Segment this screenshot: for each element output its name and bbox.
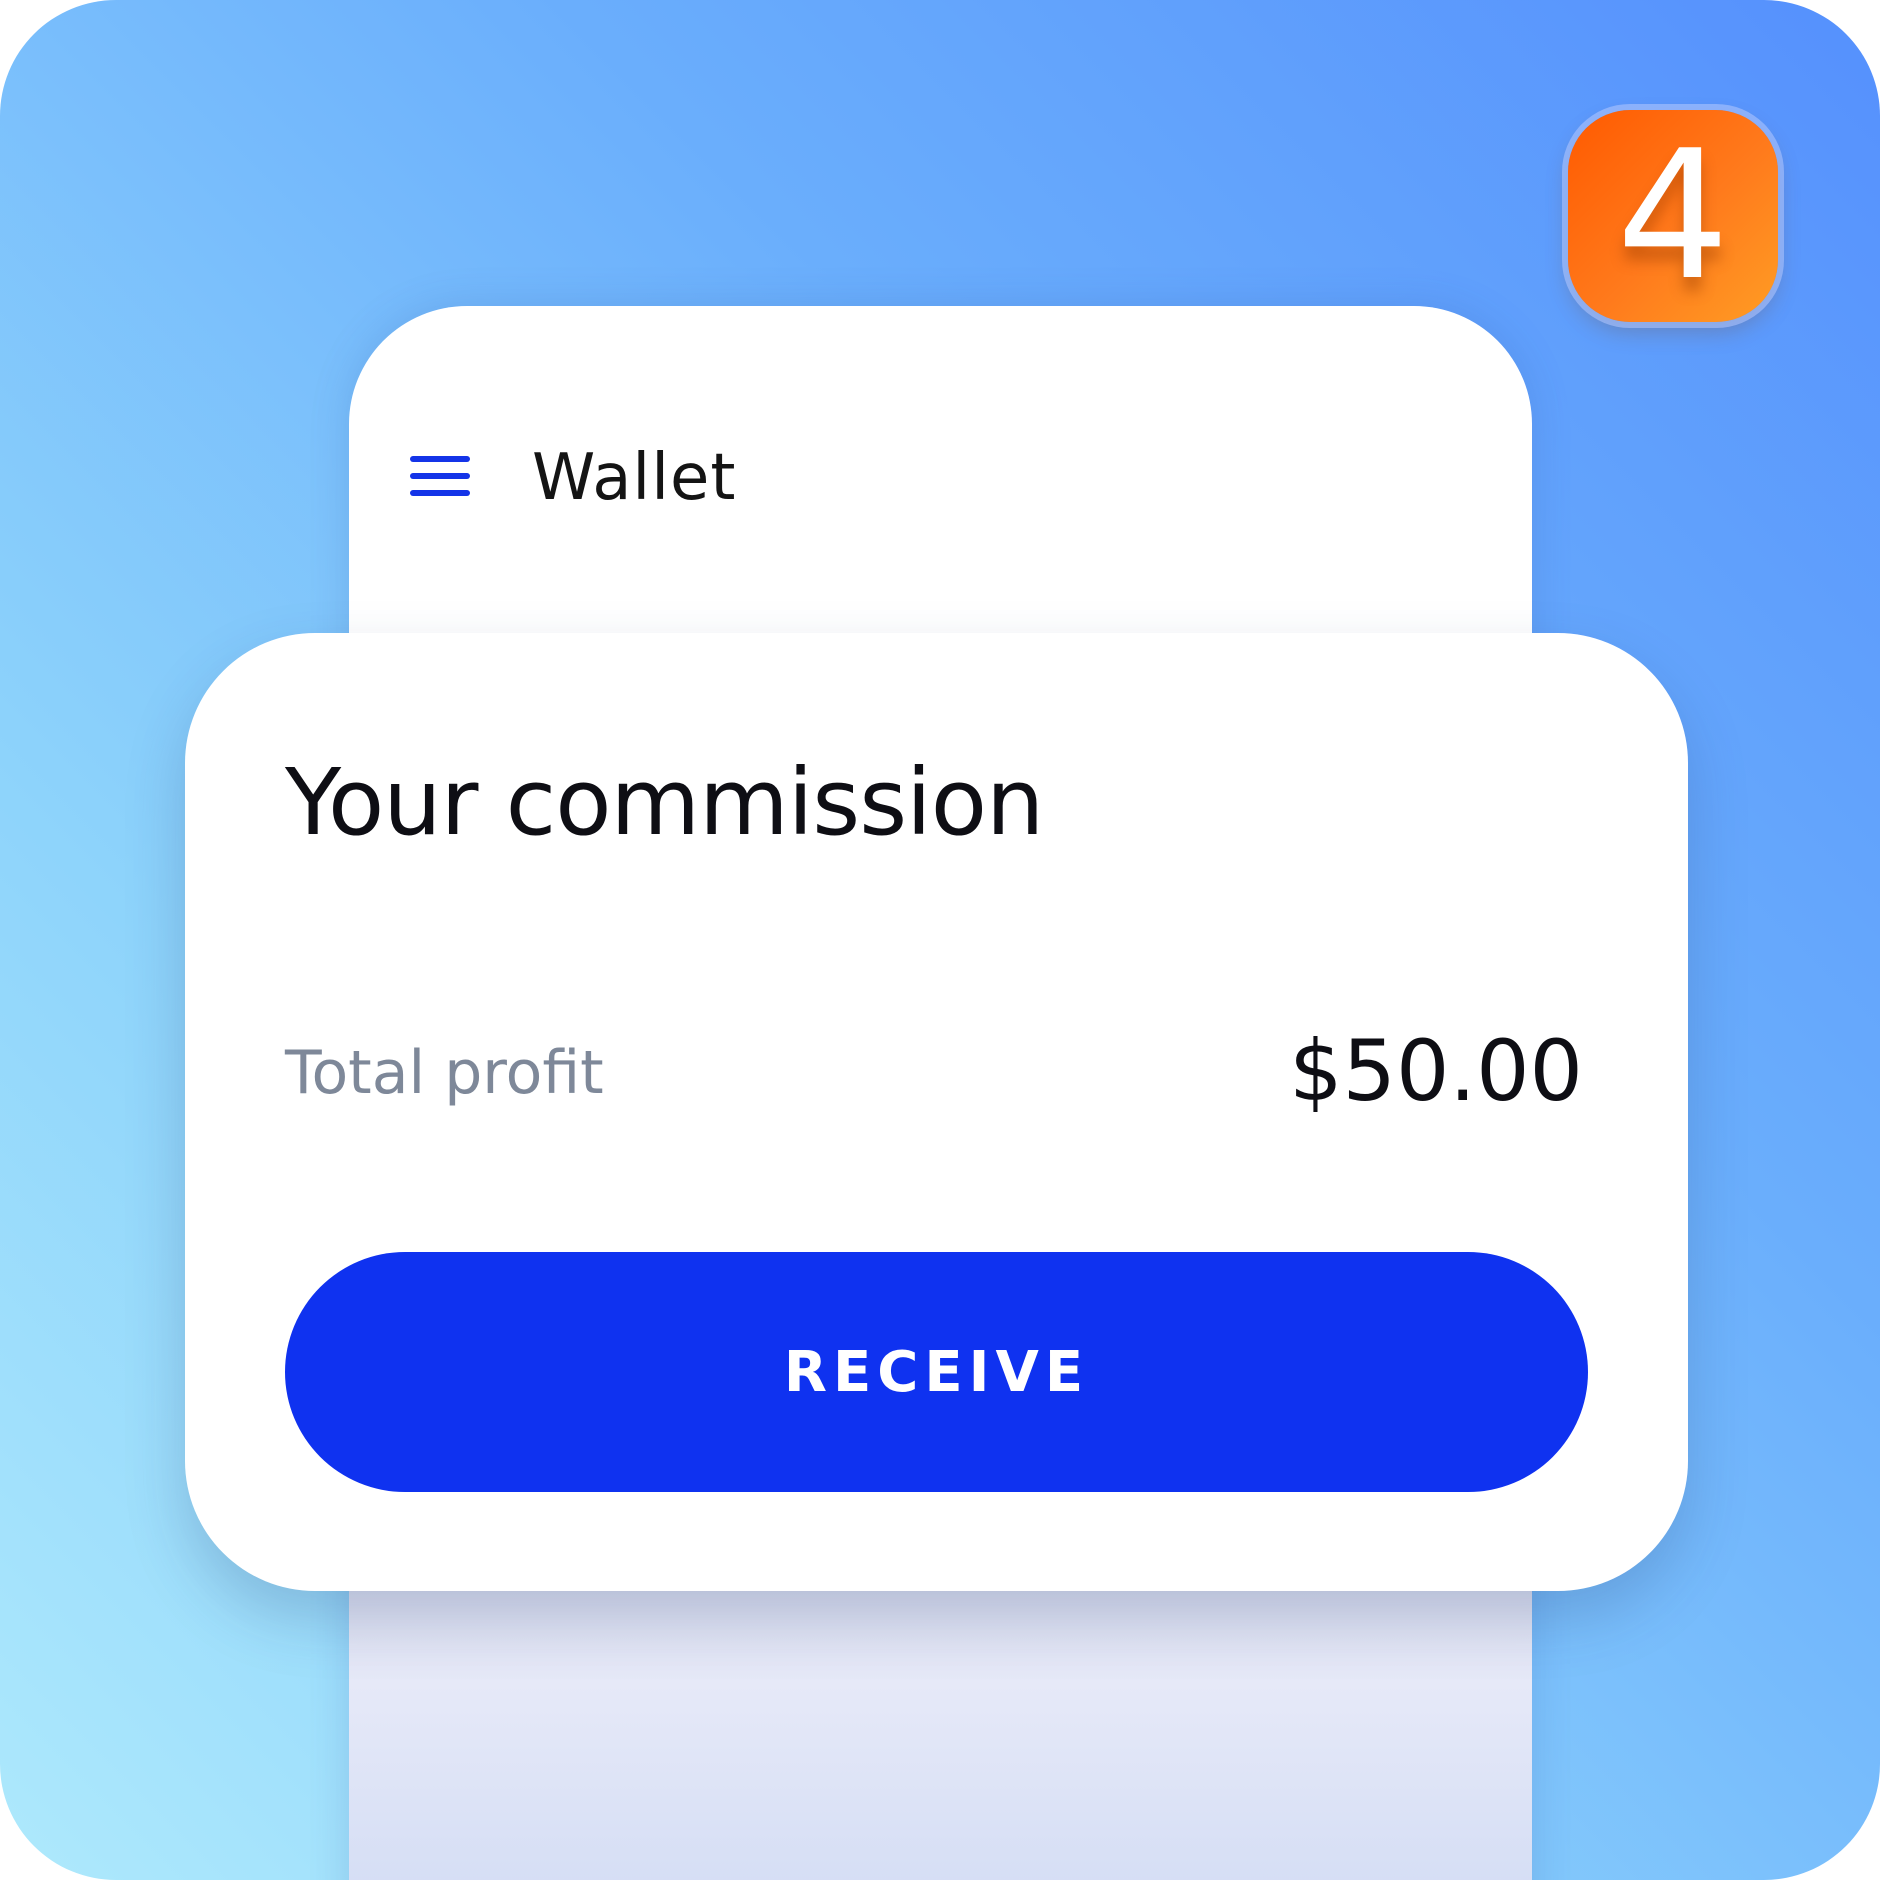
commission-card: Your commission Total profit $50.00 RECE… bbox=[185, 633, 1688, 1591]
step-number-badge: 4 bbox=[1568, 110, 1778, 322]
total-profit-label: Total profit bbox=[285, 1038, 604, 1108]
page-title: Wallet bbox=[532, 441, 737, 515]
total-profit-value: $50.00 bbox=[1289, 1022, 1583, 1120]
commission-title: Your commission bbox=[285, 749, 1044, 856]
screen-background: Wallet Your commission Total profit $50.… bbox=[0, 0, 1880, 1880]
hamburger-menu-icon[interactable] bbox=[410, 456, 470, 498]
receive-button[interactable]: RECEIVE bbox=[285, 1252, 1588, 1492]
